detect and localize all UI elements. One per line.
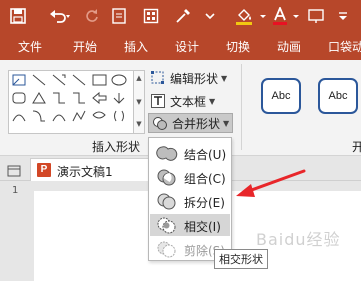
watermark: Baidu经验 [256, 230, 341, 249]
